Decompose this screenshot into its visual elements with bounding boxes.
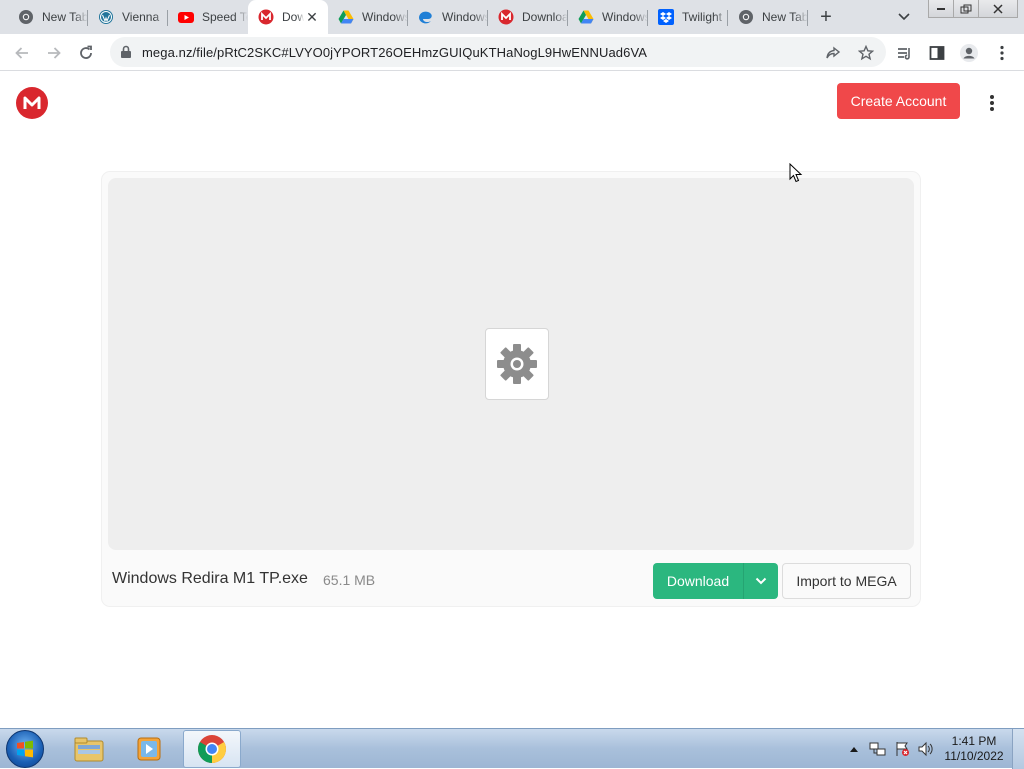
tab-windows-drive-2[interactable]: Windows bbox=[568, 0, 648, 34]
back-button[interactable] bbox=[9, 40, 35, 66]
windows-logo-icon bbox=[17, 740, 33, 758]
download-options-dropdown[interactable] bbox=[744, 577, 778, 585]
file-card: Windows Redira M1 TP.exe 65.1 MB Downloa… bbox=[102, 172, 920, 606]
file-size: 65.1 MB bbox=[323, 572, 376, 588]
tab-title: New Tab bbox=[42, 10, 88, 24]
tab-title: Windows bbox=[602, 10, 648, 24]
restore-button[interactable] bbox=[953, 0, 979, 18]
tab-strip: New Tab Vienna Speed Test Download ✕ Win… bbox=[0, 0, 1024, 34]
minimize-button[interactable] bbox=[928, 0, 954, 18]
tab-title: Download bbox=[522, 10, 568, 24]
dropbox-icon bbox=[658, 9, 674, 25]
file-preview-area bbox=[108, 178, 914, 550]
gear-icon bbox=[497, 344, 537, 384]
profile-button[interactable] bbox=[956, 40, 982, 66]
share-button[interactable] bbox=[822, 42, 844, 64]
tab-title: Windows bbox=[362, 10, 408, 24]
mega-logo[interactable] bbox=[16, 87, 48, 119]
arrow-right-icon bbox=[48, 47, 61, 59]
clock-time: 1:41 PM bbox=[951, 734, 997, 748]
system-tray bbox=[842, 729, 938, 769]
media-player-icon bbox=[137, 737, 161, 761]
close-tab-icon[interactable]: ✕ bbox=[304, 9, 320, 25]
close-window-button[interactable] bbox=[978, 0, 1018, 18]
google-drive-icon bbox=[338, 9, 354, 25]
tab-download-active[interactable]: Download ✕ bbox=[248, 0, 328, 34]
windows-taskbar: 1:41 PM 11/10/2022 bbox=[0, 728, 1024, 769]
wordpress-icon bbox=[98, 9, 114, 25]
youtube-icon bbox=[178, 9, 194, 25]
mouse-cursor-icon bbox=[789, 163, 803, 183]
reload-button[interactable] bbox=[73, 40, 99, 66]
more-vertical-icon bbox=[1000, 45, 1004, 61]
action-center-icon[interactable] bbox=[890, 739, 914, 759]
playlist-icon bbox=[898, 48, 910, 60]
taskbar-clock[interactable]: 1:41 PM 11/10/2022 bbox=[938, 734, 1010, 764]
tab-search-button[interactable] bbox=[893, 6, 915, 28]
show-hidden-icons-button[interactable] bbox=[842, 739, 866, 759]
chevron-up-icon bbox=[850, 747, 858, 752]
windows-explorer-icon bbox=[74, 737, 104, 762]
bookmark-button[interactable] bbox=[855, 42, 877, 64]
chrome-icon bbox=[18, 9, 34, 25]
edge-icon bbox=[418, 9, 434, 25]
tab-download-2[interactable]: Download bbox=[488, 0, 568, 34]
mega-icon bbox=[258, 9, 274, 25]
google-drive-icon bbox=[578, 9, 594, 25]
forward-button[interactable] bbox=[41, 40, 67, 66]
reading-list-button[interactable] bbox=[892, 40, 918, 66]
tab-new-tab-1[interactable]: New Tab bbox=[8, 0, 88, 34]
chevron-down-icon bbox=[898, 13, 910, 21]
lock-icon bbox=[120, 45, 132, 64]
tab-vienna[interactable]: Vienna bbox=[88, 0, 168, 34]
new-tab-button[interactable]: + bbox=[814, 5, 838, 29]
tab-title: Speed Test bbox=[202, 10, 248, 24]
tab-windows-edge[interactable]: Windows bbox=[408, 0, 488, 34]
tab-title: Twilight bbox=[682, 10, 723, 24]
taskbar-media-player[interactable] bbox=[120, 730, 178, 768]
address-bar[interactable]: mega.nz/file/pRtC2SKC#LVYO0jYPORT26OEHmz… bbox=[110, 37, 886, 67]
star-icon bbox=[858, 45, 874, 61]
download-button-label: Download bbox=[666, 573, 730, 589]
more-menu-icon[interactable] bbox=[982, 91, 1002, 115]
tab-speed-test[interactable]: Speed Test bbox=[168, 0, 248, 34]
tab-title: Windows bbox=[442, 10, 488, 24]
chevron-down-icon bbox=[755, 577, 767, 585]
mega-page: Create Account Windows Redira M1 TP.exe … bbox=[0, 71, 1024, 728]
download-button[interactable]: Download bbox=[653, 563, 778, 599]
start-button[interactable] bbox=[6, 730, 44, 768]
arrow-left-icon bbox=[15, 47, 28, 59]
create-account-button[interactable]: Create Account bbox=[837, 83, 960, 119]
import-to-mega-button[interactable]: Import to MEGA bbox=[782, 563, 911, 599]
tab-title: New Tab bbox=[762, 10, 808, 24]
network-icon[interactable] bbox=[866, 739, 890, 759]
tab-new-tab-2[interactable]: New Tab bbox=[728, 0, 808, 34]
tab-title: Vienna bbox=[122, 10, 160, 24]
browser-menu-button[interactable] bbox=[989, 40, 1015, 66]
chrome-icon bbox=[738, 9, 754, 25]
taskbar-chrome[interactable] bbox=[183, 730, 241, 768]
mega-icon bbox=[498, 9, 514, 25]
tab-title: Download bbox=[282, 10, 304, 24]
browser-toolbar: mega.nz/file/pRtC2SKC#LVYO0jYPORT26OEHmz… bbox=[0, 34, 1024, 71]
profile-avatar-icon bbox=[960, 44, 978, 62]
clock-date: 11/10/2022 bbox=[944, 749, 1004, 763]
taskbar-windows-explorer[interactable] bbox=[60, 730, 118, 768]
file-type-icon bbox=[485, 328, 549, 400]
show-desktop-button[interactable] bbox=[1012, 729, 1024, 769]
chrome-icon bbox=[198, 735, 226, 763]
share-icon bbox=[826, 46, 841, 59]
file-name: Windows Redira M1 TP.exe bbox=[112, 570, 308, 587]
tab-windows-drive-1[interactable]: Windows bbox=[328, 0, 408, 34]
volume-icon[interactable] bbox=[914, 739, 938, 759]
side-panel-icon bbox=[929, 46, 945, 60]
side-panel-button[interactable] bbox=[924, 40, 950, 66]
tab-twilight[interactable]: Twilight bbox=[648, 0, 728, 34]
reload-icon bbox=[80, 45, 92, 59]
url-text: mega.nz/file/pRtC2SKC#LVYO0jYPORT26OEHmz… bbox=[142, 45, 648, 60]
